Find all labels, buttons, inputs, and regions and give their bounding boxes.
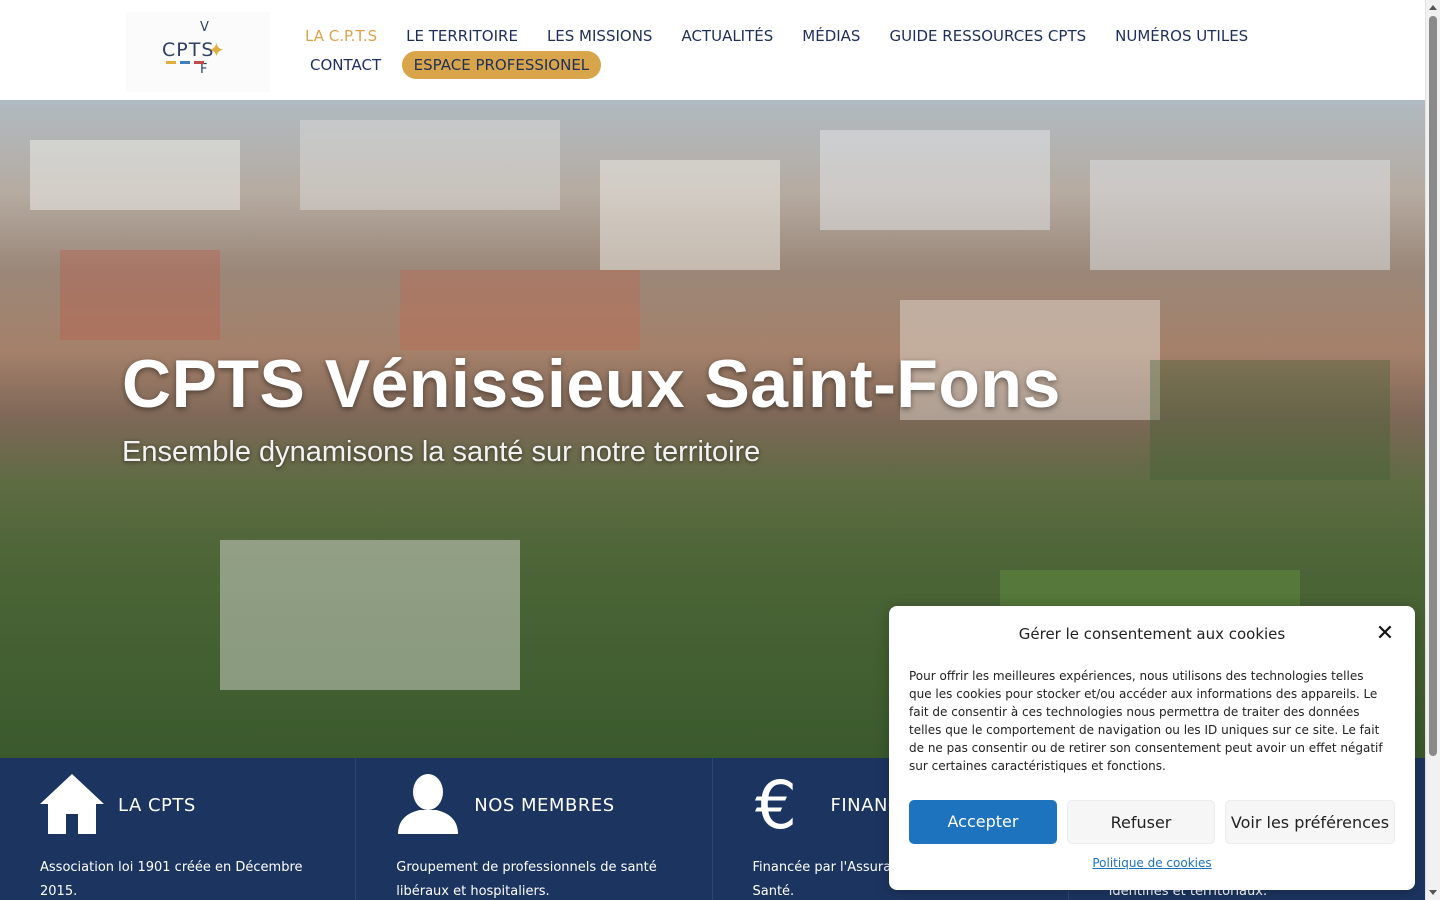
feature-text: Association loi 1901 créée en Décembre 2… [40, 860, 303, 899]
nav-item-espace-professionel[interactable]: ESPACE PROFESSIONEL [401, 51, 602, 79]
nav-item-territoire[interactable]: LE TERRITOIRE [392, 22, 533, 50]
cookie-consent-dialog: Gérer le consentement aux cookies ✕ Pour… [889, 606, 1415, 890]
nav-row-2: CONTACT ESPACE PROFESSIONEL [300, 51, 1240, 79]
home-icon [40, 774, 104, 834]
logo-text: CPTS [162, 39, 215, 61]
nav-item-la-cpts[interactable]: LA C.P.T.S [300, 22, 392, 50]
cookie-policy-link[interactable]: Politique de cookies [889, 856, 1415, 870]
euro-icon: € [755, 774, 797, 834]
hero-title: CPTS Vénissieux Saint-Fons [122, 346, 1061, 422]
logo-letter-v: V [200, 20, 209, 35]
accept-cookies-button[interactable]: Accepter [909, 800, 1057, 844]
logo-accent-bar [194, 61, 204, 64]
star-icon: ✦ [208, 38, 225, 62]
scrollbar-thumb[interactable] [1429, 16, 1437, 756]
page-scrollbar[interactable] [1425, 0, 1440, 900]
nav-item-actualites[interactable]: ACTUALITÉS [667, 22, 788, 50]
main-navigation: LA C.P.T.S LE TERRITOIRE LES MISSIONS AC… [300, 22, 1248, 79]
nav-item-numeros-utiles[interactable]: NUMÉROS UTILES [1101, 22, 1263, 50]
site-logo[interactable]: V CPTS ✦ F [126, 12, 270, 92]
cookie-dialog-body: Pour offrir les meilleures expériences, … [909, 669, 1383, 773]
feature-la-cpts[interactable]: LA CPTS Association loi 1901 créée en Dé… [0, 758, 357, 900]
refuse-cookies-button[interactable]: Refuser [1067, 800, 1215, 844]
view-preferences-button[interactable]: Voir les préférences [1225, 800, 1395, 844]
site-header: V CPTS ✦ F LA C.P.T.S LE TERRITOIRE LES … [0, 0, 1425, 100]
feature-text: Groupement de professionnels de santé li… [396, 860, 657, 899]
feature-nos-membres[interactable]: NOS MEMBRES Groupement de professionnels… [356, 758, 713, 900]
scroll-down-arrow-icon[interactable] [1429, 890, 1437, 895]
feature-title: NOS MEMBRES [474, 795, 615, 816]
nav-item-medias[interactable]: MÉDIAS [788, 22, 875, 50]
nav-item-contact[interactable]: CONTACT [300, 51, 396, 79]
nav-item-missions[interactable]: LES MISSIONS [532, 22, 667, 50]
logo-letter-f: F [200, 62, 208, 77]
cookie-dialog-title: Gérer le consentement aux cookies [1018, 625, 1286, 643]
user-icon [398, 774, 459, 834]
logo-accent-bar [180, 61, 190, 64]
nav-row-1: LA C.P.T.S LE TERRITOIRE LES MISSIONS AC… [300, 22, 1248, 50]
scroll-up-arrow-icon[interactable] [1429, 5, 1437, 10]
logo-accent-bar [166, 61, 176, 64]
close-icon[interactable]: ✕ [1375, 623, 1395, 645]
nav-item-guide-ressources[interactable]: GUIDE RESSOURCES CPTS [875, 22, 1101, 50]
hero-subtitle: Ensemble dynamisons la santé sur notre t… [122, 436, 761, 468]
svg-text:€: € [755, 774, 797, 834]
feature-title: LA CPTS [118, 795, 196, 816]
